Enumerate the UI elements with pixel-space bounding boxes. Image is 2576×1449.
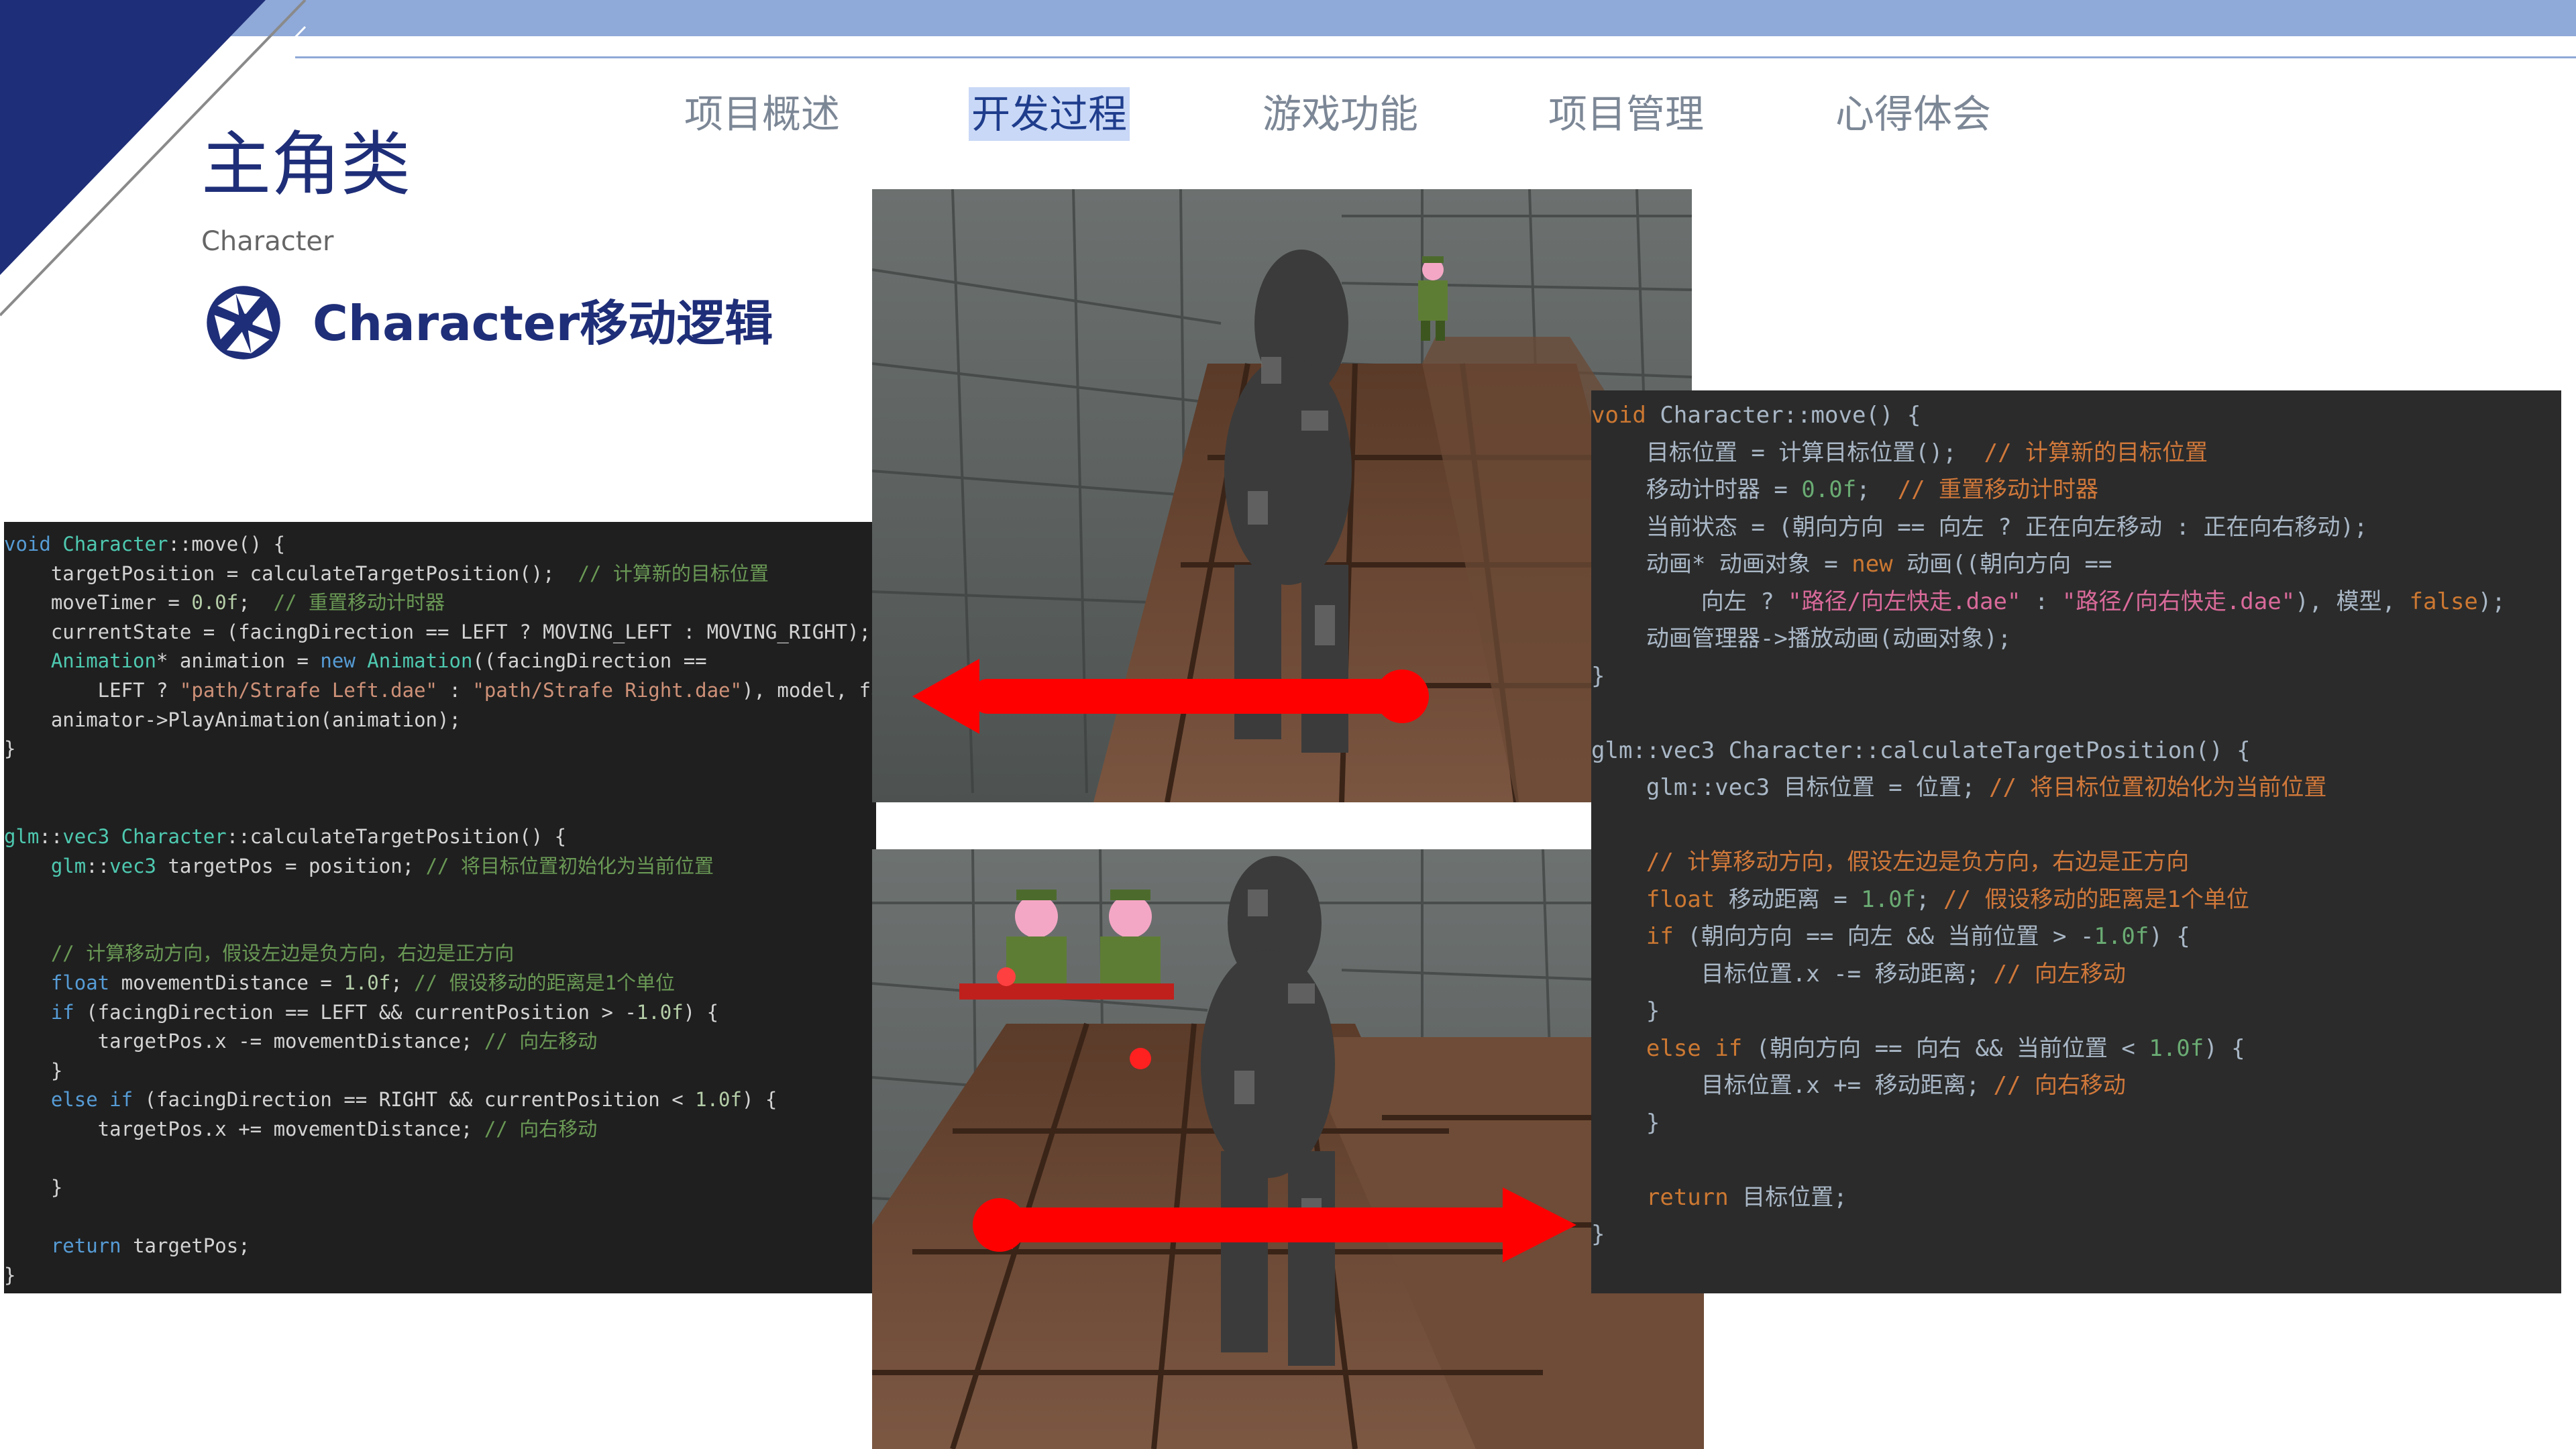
code-left-line: Animation* animation = new Animation((fa… [50, 649, 707, 673]
code-left-line [4, 881, 876, 910]
page-subtitle: Character [201, 226, 334, 257]
code-left-line: float movementDistance = 1.0f; // 假设移动的距… [50, 971, 675, 994]
nav-item-development[interactable]: 开发过程 [969, 87, 1130, 141]
code-left-line: } [4, 1176, 63, 1199]
code-left-line: targetPos.x += movementDistance; // 向右移动 [4, 1117, 598, 1140]
code-left-line: if (facingDirection == LEFT && currentPo… [50, 1000, 719, 1024]
code-right-line: 当前状态 = (朝向方向 == 向左 ? 正在向左移动 : 正在向右移动); [1591, 513, 2368, 541]
code-left-line: glm::vec3 Character::calculateTargetPosi… [4, 824, 567, 848]
code-left-line: targetPosition = calculateTargetPosition… [4, 561, 769, 585]
code-right-line [1591, 807, 2561, 845]
code-left-line: LEFT ? "path/Strafe Left.dae" : "path/St… [4, 678, 876, 702]
game-screenshot-right-move [872, 849, 1704, 1449]
code-right-line: 目标位置.x -= 移动距离; // 向左移动 [1591, 960, 2126, 987]
code-left-line: } [4, 737, 16, 761]
code-right-line: 动画管理器->播放动画(动画对象); [1591, 625, 2012, 652]
code-right-line: return 目标位置; [1646, 1183, 1847, 1211]
code-right-line: } [1591, 998, 1660, 1024]
section-title: Character移动逻辑 [313, 295, 773, 352]
code-left-line: moveTimer = 0.0f; // 重置移动计时器 [4, 591, 445, 614]
code-right-line: 移动计时器 = 0.0f; // 重置移动计时器 [1591, 476, 2099, 503]
code-panel-chinese: void Character::move() { 目标位置 = 计算目标位置()… [1591, 390, 2561, 1293]
code-right-line: float 移动距离 = 1.0f; // 假设移动的距离是1个单位 [1646, 885, 2249, 913]
top-accent-bar [0, 0, 2576, 36]
code-right-line: 目标位置.x += 移动距离; // 向右移动 [1591, 1072, 2126, 1099]
code-right-line: } [1591, 662, 1605, 690]
code-right-line: glm::vec3 目标位置 = 位置; // 将目标位置初始化为当前位置 [1646, 774, 2327, 801]
code-left-line: currentState = (facingDirection == LEFT … [4, 620, 871, 643]
code-left-line: } [4, 1059, 63, 1082]
code-right-line [1591, 695, 2561, 733]
code-right-line: } [1591, 1109, 1660, 1136]
code-right-line: if (朝向方向 == 向左 && 当前位置 > -1.0f) { [1646, 923, 2190, 950]
code-right-line: 动画* 动画对象 = new 动画((朝向方向 == [1591, 551, 2112, 578]
code-left-line [4, 1144, 876, 1173]
code-left-line: animator->PlayAnimation(animation); [4, 708, 461, 731]
code-right-line: // 计算移动方向，假设左边是负方向，右边是正方向 [1646, 849, 2190, 875]
code-panel-english: void Character::move() { targetPosition … [4, 522, 876, 1293]
code-right-line: else if (朝向方向 == 向右 && 当前位置 < 1.0f) { [1646, 1034, 2245, 1062]
nav-item-reflection[interactable]: 心得体会 [1835, 87, 1991, 141]
code-left-line [4, 793, 876, 822]
code-right-line: 目标位置 = 计算目标位置(); // 计算新的目标位置 [1591, 439, 2208, 466]
code-right-line: } [1591, 1221, 1605, 1248]
code-left-line [4, 764, 876, 794]
code-right-line: glm::vec3 Character::calculateTargetPosi… [1591, 737, 2251, 764]
code-left-line: } [4, 1263, 16, 1287]
code-left-line: glm::vec3 targetPos = position; // 将目标位置… [50, 854, 714, 877]
header-divider [295, 56, 2576, 58]
page-title: 主角类 [201, 123, 411, 205]
code-left-line: else if (facingDirection == RIGHT && cur… [50, 1088, 777, 1112]
aperture-icon [207, 286, 280, 360]
code-right-line: 向左 ? "路径/向左快走.dae" : "路径/向右快走.dae"), 模型,… [1591, 588, 2506, 615]
code-left-line: void Character::move() { [4, 533, 286, 555]
game-screenshot-left-move [872, 189, 1692, 802]
nav-item-overview[interactable]: 项目概述 [684, 87, 840, 141]
code-left-line [4, 910, 876, 940]
nav-item-management[interactable]: 项目管理 [1548, 87, 1704, 141]
code-left-line: return targetPos; [50, 1234, 250, 1258]
code-left-line [4, 1203, 876, 1232]
code-right-line [1591, 1142, 2561, 1179]
code-left-line: targetPos.x -= movementDistance; // 向左移动 [4, 1030, 598, 1053]
code-left-line: // 计算移动方向，假设左边是负方向，右边是正方向 [50, 942, 515, 965]
nav-item-features[interactable]: 游戏功能 [1263, 87, 1418, 141]
code-right-line: void Character::move() { [1591, 402, 1921, 429]
